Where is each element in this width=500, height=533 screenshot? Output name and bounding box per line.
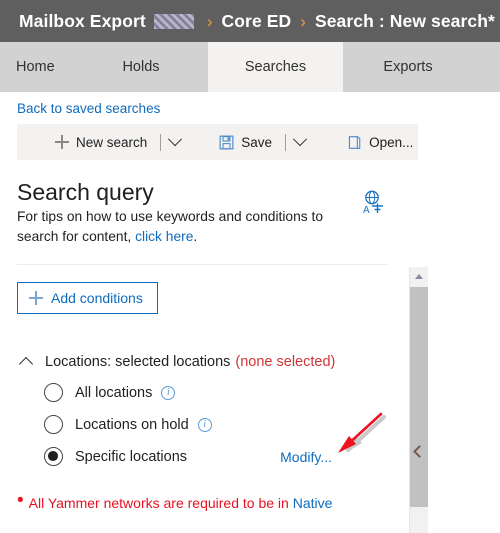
translate-icon[interactable]: A [361, 189, 387, 216]
plus-icon [55, 135, 69, 149]
breadcrumb-item-search[interactable]: Search : New search* [315, 11, 495, 32]
chevron-down-icon [168, 132, 183, 147]
info-icon[interactable]: i [161, 385, 176, 400]
breadcrumb-separator-2: › [300, 11, 306, 31]
content-area: Back to saved searches New search Save O… [0, 92, 500, 533]
breadcrumb-item-core-ed[interactable]: Core ED [222, 11, 292, 32]
description-text-after: . [193, 229, 198, 245]
divider-1 [160, 133, 162, 151]
radio-label: All locations [75, 384, 153, 401]
locations-group: Locations: selected locations (none sele… [17, 354, 387, 467]
native-link[interactable]: Native [293, 495, 333, 511]
radio-label: Locations on hold [75, 416, 189, 433]
floppy-disk-icon [219, 135, 234, 150]
breadcrumb-separator-1: › [206, 11, 213, 31]
command-bar: New search Save Open... [17, 124, 418, 160]
divider-2 [285, 133, 287, 151]
radio-button[interactable] [44, 383, 63, 403]
save-label: Save [241, 134, 273, 150]
radio-button[interactable] [44, 447, 63, 467]
add-conditions-label: Add conditions [51, 290, 143, 307]
chevron-up-icon [18, 357, 34, 372]
warning-text-before: All Yammer networks are required to be i… [28, 495, 293, 512]
add-conditions-button[interactable]: Add conditions [17, 282, 158, 315]
locations-header-label: Locations: selected locations [45, 354, 231, 371]
search-query-pane: A Search query For tips on how to use ke… [0, 167, 409, 533]
radio-locations-on-hold[interactable]: Locations on hold i [17, 415, 387, 435]
locations-header-toggle[interactable]: Locations: selected locations (none sele… [17, 354, 387, 372]
scroll-up-arrow-icon[interactable] [410, 267, 428, 285]
breadcrumb: Mailbox Export › Core ED › Search : New … [0, 0, 500, 42]
tab-holds[interactable]: Holds [74, 42, 208, 92]
section-divider [17, 264, 387, 266]
redacted-block-icon [153, 13, 194, 29]
locations-status-badge: (none selected) [235, 354, 336, 371]
radio-all-locations[interactable]: All locations i [17, 383, 387, 403]
page-title: Search query [17, 179, 154, 205]
radio-label: Specific locations [75, 448, 188, 465]
scrollbar-thumb[interactable] [410, 287, 428, 507]
tab-bar: Home Holds Searches Exports [0, 42, 500, 92]
save-button[interactable]: Save [215, 124, 276, 160]
search-query-description: For tips on how to use keywords and cond… [17, 207, 337, 247]
app-window: Mailbox Export › Core ED › Search : New … [0, 0, 500, 533]
open-button[interactable]: Open... [343, 124, 417, 160]
click-here-link[interactable]: click here [135, 229, 193, 244]
tab-searches[interactable]: Searches [208, 42, 343, 92]
tab-exports[interactable]: Exports [343, 42, 473, 92]
radio-button[interactable] [44, 415, 63, 435]
bullet-icon: • [17, 490, 24, 512]
vertical-scrollbar[interactable] [409, 267, 428, 533]
plus-icon [29, 291, 43, 306]
modify-link[interactable]: Modify... [280, 449, 332, 465]
new-search-dropdown-button[interactable] [151, 124, 183, 160]
info-icon[interactable]: i [197, 417, 212, 432]
svg-text:A: A [363, 205, 370, 215]
open-label: Open... [369, 134, 414, 150]
warning-text: All Yammer networks are required to be i… [29, 495, 333, 511]
breadcrumb-root[interactable]: Mailbox Export [19, 11, 146, 32]
warning-message: • All Yammer networks are required to be… [17, 490, 387, 512]
save-dropdown-button[interactable] [276, 124, 308, 160]
radio-specific-locations[interactable]: Specific locations Modify... [17, 447, 387, 467]
new-search-button[interactable]: New search [51, 124, 151, 160]
tab-home[interactable]: Home [0, 42, 74, 92]
open-folder-icon [347, 135, 362, 150]
back-to-saved-searches-link[interactable]: Back to saved searches [0, 92, 160, 116]
chevron-down-icon [292, 132, 308, 147]
chevron-left-icon[interactable] [413, 440, 426, 462]
new-search-label: New search [76, 134, 148, 150]
